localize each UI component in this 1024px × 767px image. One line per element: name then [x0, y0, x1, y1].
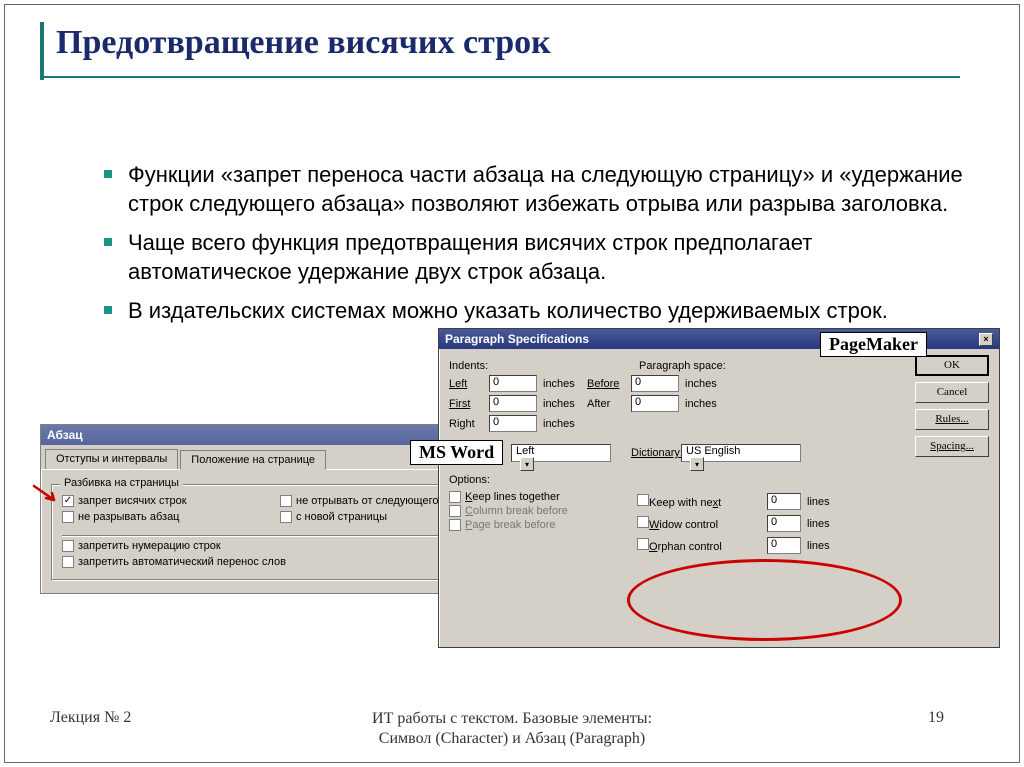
- footer-page: 19: [686, 709, 1024, 749]
- chevron-down-icon: ▾: [690, 457, 704, 471]
- check-keep-together[interactable]: не разрывать абзац: [62, 511, 280, 523]
- close-button[interactable]: ×: [979, 333, 993, 346]
- pspace-label: Paragraph space:: [639, 360, 726, 372]
- slide-footer: Лекция № 2 ИТ работы с текстом. Базовые …: [0, 709, 1024, 749]
- bullet-item: Чаще всего функция предотвращения висячи…: [104, 228, 964, 286]
- check-orphan[interactable]: Orphan control: [637, 538, 767, 553]
- alignment-select[interactable]: Left▾: [511, 444, 611, 462]
- check-keep-lines[interactable]: Keep lines together: [449, 491, 619, 503]
- annotation-msword: MS Word: [410, 440, 503, 465]
- ok-button[interactable]: OK: [915, 355, 989, 376]
- red-arrow-annotation: [32, 484, 60, 504]
- right-input[interactable]: 0: [489, 415, 537, 432]
- after-input[interactable]: 0: [631, 395, 679, 412]
- keepnext-lines-input[interactable]: 0: [767, 493, 801, 510]
- title-underline: [40, 76, 960, 78]
- widow-lines-input[interactable]: 0: [767, 515, 801, 532]
- first-input[interactable]: 0: [489, 395, 537, 412]
- check-column-break[interactable]: Column break before: [449, 505, 619, 517]
- footer-center: ИТ работы с текстом. Базовые элементы: С…: [338, 709, 686, 749]
- annotation-pagemaker: PageMaker: [820, 332, 927, 357]
- check-keep-next[interactable]: Keep with next: [637, 494, 767, 509]
- check-widow[interactable]: ✓запрет висячих строк: [62, 495, 280, 507]
- red-oval-annotation: [627, 559, 902, 641]
- slide-title: Предотвращение висячих строк: [56, 24, 551, 62]
- bullet-item: Функции «запрет переноса части абзаца на…: [104, 160, 964, 218]
- title-accent-bar: [40, 22, 44, 80]
- left-input[interactable]: 0: [489, 375, 537, 392]
- rules-button[interactable]: Rules...: [915, 409, 989, 430]
- tab-pageposition[interactable]: Положение на странице: [180, 450, 326, 470]
- check-no-linenum[interactable]: запретить нумерацию строк: [62, 540, 498, 552]
- pagemaker-dialog: Paragraph Specifications × OK Cancel Rul…: [438, 328, 1000, 648]
- bullet-list: Функции «запрет переноса части абзаца на…: [64, 160, 964, 335]
- dictionary-select[interactable]: US English▾: [681, 444, 801, 462]
- group-label: Разбивка на страницы: [60, 477, 183, 489]
- tab-indents[interactable]: Отступы и интервалы: [45, 449, 178, 469]
- word-title: Абзац: [47, 428, 83, 442]
- orphan-lines-input[interactable]: 0: [767, 537, 801, 554]
- cancel-button[interactable]: Cancel: [915, 382, 989, 403]
- chevron-down-icon: ▾: [520, 457, 534, 471]
- check-widow[interactable]: Widow control: [637, 516, 767, 531]
- bullet-item: В издательских системах можно указать ко…: [104, 296, 964, 325]
- footer-left: Лекция № 2: [0, 709, 338, 749]
- check-page-break[interactable]: Page break before: [449, 519, 619, 531]
- dictionary-label: Dictionary:: [631, 447, 683, 459]
- check-no-hyphen[interactable]: запретить автоматический перенос слов: [62, 556, 498, 568]
- options-label: Options:: [449, 474, 490, 486]
- before-input[interactable]: 0: [631, 375, 679, 392]
- spacing-button[interactable]: Spacing...: [915, 436, 989, 457]
- pm-title: Paragraph Specifications: [445, 332, 589, 346]
- indents-label: Indents:: [449, 360, 639, 372]
